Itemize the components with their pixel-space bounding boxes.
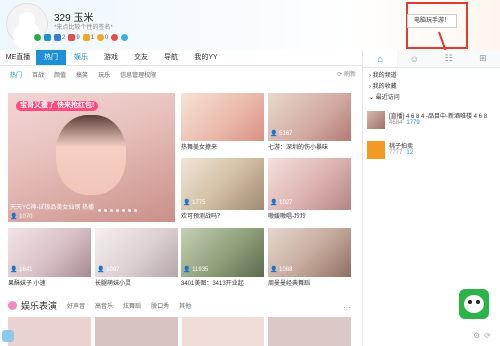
channel-name: [直播] 4 6 8 4 -品目中-新酒唯楼 4 6 8 xyxy=(389,114,488,120)
subtab-funny[interactable]: 搞笑 xyxy=(76,70,88,79)
home-icon[interactable]: ⌂ xyxy=(363,50,398,67)
stream-tile[interactable]: 👤 1097 长腿萌妹小灵 xyxy=(95,228,178,289)
shield-badge[interactable] xyxy=(34,34,41,41)
recent-channel-item[interactable]: 桃子拍卖 7777 12 xyxy=(363,139,500,167)
flower-icon xyxy=(8,301,17,310)
tab-games[interactable]: 游戏 xyxy=(96,50,126,65)
feature-face xyxy=(56,115,126,195)
feature-viewers: 👤 1070 xyxy=(10,214,33,220)
subtab-hot[interactable]: 热门 xyxy=(10,70,22,79)
stream-thumbnail[interactable] xyxy=(94,317,178,346)
stream-caption: 长腿萌妹小灵 xyxy=(95,281,132,287)
bottom-toolbar: ⚙ ⟳ xyxy=(473,331,491,340)
signature[interactable]: *来点比较个性的签名* xyxy=(54,22,113,31)
stream-tile[interactable]: 热舞美女撩来 xyxy=(181,93,264,153)
stream-caption: 嗷媛嗷唱-玲玲 xyxy=(268,214,306,220)
stream-tile[interactable]: 👤 1641 果酥妹子 小速 xyxy=(8,228,91,289)
channel-avatar xyxy=(367,111,385,129)
eye-icon xyxy=(121,34,129,41)
stream-tile[interactable]: 👤 11935 3401美图：3413开业起 xyxy=(181,228,264,289)
badge-row: 2 9 1 0 xyxy=(34,34,129,41)
tab-entertainment[interactable]: 娱乐 xyxy=(66,50,96,65)
v-badge[interactable] xyxy=(44,34,51,41)
tab-navigation[interactable]: 导航 xyxy=(156,50,186,65)
stream-thumbnail xyxy=(181,93,264,141)
promo-pill[interactable]: 宝哥又瘦了 快来抢红包! xyxy=(16,101,99,111)
stream-tile[interactable]: 👤 1775 欢可预测战吗？ xyxy=(181,158,264,222)
stream-tile[interactable]: 👤 5167 七游：深圳的伤小暴味 xyxy=(268,93,351,153)
feature-label: 天天YC神-ぽ极品美女仙钢 热播 xyxy=(10,205,95,211)
section-link[interactable]: 好声音 xyxy=(67,301,85,310)
stream-caption: 欢可预测战吗？ xyxy=(181,214,224,220)
sidebar-tabs: ⌂ ☺ ☷ ⊞ xyxy=(363,50,500,68)
stream-thumbnail[interactable] xyxy=(268,317,351,346)
section-link[interactable]: 脱口秀 xyxy=(151,301,169,310)
refresh-icon[interactable]: ⟳ xyxy=(484,331,491,340)
group-recent[interactable]: ⌄ 最近访问 xyxy=(369,93,494,104)
refresh-button[interactable]: ⟳ 刷新 xyxy=(337,69,356,78)
mascot-icon[interactable] xyxy=(459,289,489,319)
stream-tile[interactable]: 👤 1068 周曼曼经典舞蹈 xyxy=(268,228,351,289)
shield-icon xyxy=(34,34,41,41)
stream-caption: 七游：深圳的伤小暴味 xyxy=(268,145,329,151)
gold-icon xyxy=(97,34,105,41)
section-link[interactable]: 高音乐 xyxy=(95,301,113,310)
section-link[interactable]: 炫舞蹈 xyxy=(123,301,141,310)
tab-me-live[interactable]: ME直播 xyxy=(0,50,36,65)
channel-counts: 4684 1779 xyxy=(389,120,420,126)
yellow-icon xyxy=(82,34,90,41)
subtab-info[interactable]: 信息管理权限 xyxy=(120,70,156,79)
vip-badge[interactable]: 9 xyxy=(68,34,80,41)
recent-channel-item[interactable]: [直播] 4 6 8 4 -品目中-新酒唯楼 4 6 8 4684 1779 xyxy=(363,109,500,137)
stream-caption: 果酥妹子 小速 xyxy=(8,281,46,287)
group-icon[interactable]: ☷ xyxy=(432,50,466,67)
gold-badge[interactable]: 0 xyxy=(97,34,108,41)
carousel-dots[interactable] xyxy=(98,209,137,212)
channel-name: 桃子拍卖 xyxy=(389,144,414,150)
stream-thumbnail[interactable] xyxy=(8,317,91,346)
tab-social[interactable]: 交友 xyxy=(126,50,156,65)
group-my-channels[interactable]: › 我的频道 xyxy=(369,71,494,82)
stream-caption: 热舞美女撩来 xyxy=(181,145,218,151)
stream-tile[interactable]: 👤 1027 嗷媛嗷唱-玲玲 xyxy=(268,158,351,222)
group-favorites[interactable]: › 我的收藏 xyxy=(369,82,494,93)
eye-badge[interactable] xyxy=(121,34,129,41)
subtab-play[interactable]: 玩乐 xyxy=(98,70,110,79)
tab-my-yy[interactable]: 我的YY xyxy=(186,50,226,65)
v-icon xyxy=(44,34,51,41)
section-link[interactable]: 其他 xyxy=(179,301,191,310)
heart-icon xyxy=(111,34,119,41)
app-corner-icon[interactable] xyxy=(2,330,14,342)
heart-badge[interactable] xyxy=(111,34,119,41)
user-icon[interactable]: ☺ xyxy=(397,50,431,67)
stream-thumbnail[interactable] xyxy=(181,317,265,346)
profile-header: 329 玉米 *来点比较个性的签名* 2 9 1 0 电脑玩手游！ xyxy=(0,0,500,50)
channel-counts: 7777 12 xyxy=(389,150,414,156)
featured-stream[interactable]: 宝哥又瘦了 快来抢红包! 天天YC神-ぽ极品美女仙钢 热播 👤 1070 xyxy=(8,93,175,222)
yellow-badge[interactable]: 1 xyxy=(82,34,94,41)
grid-icon[interactable]: ⊞ xyxy=(466,50,500,67)
section-header: 娱乐表演 好声音 高音乐 炫舞蹈 脱口秀 其他 xyxy=(8,299,191,312)
stream-caption: 周曼曼经典舞蹈 xyxy=(268,281,311,287)
tab-hot[interactable]: 热门 xyxy=(36,50,66,65)
channel-groups: › 我的频道 › 我的收藏 ⌄ 最近访问 xyxy=(363,68,500,107)
user-icon xyxy=(54,34,61,41)
vip-icon xyxy=(68,34,76,41)
settings-icon[interactable]: ⚙ xyxy=(473,331,480,340)
more-icon[interactable]: ⋯ xyxy=(343,303,351,312)
subtab-looks[interactable]: 颜值 xyxy=(54,70,66,79)
user-badge[interactable]: 2 xyxy=(54,34,65,41)
stream-caption: 3401美图：3413开业起 xyxy=(181,281,244,287)
main-nav: ME直播 热门 娱乐 游戏 交友 导航 我的YY xyxy=(0,50,362,66)
bottom-thumbnails xyxy=(8,317,351,346)
channel-avatar xyxy=(367,141,385,159)
sub-nav: 热门 百战 颜值 搞笑 玩乐 信息管理权限 ⟳ 刷新 xyxy=(0,67,362,81)
section-title: 娱乐表演 xyxy=(21,301,58,311)
subtab-battle[interactable]: 百战 xyxy=(32,70,44,79)
tooltip[interactable]: 电脑玩手游！ xyxy=(407,14,457,28)
